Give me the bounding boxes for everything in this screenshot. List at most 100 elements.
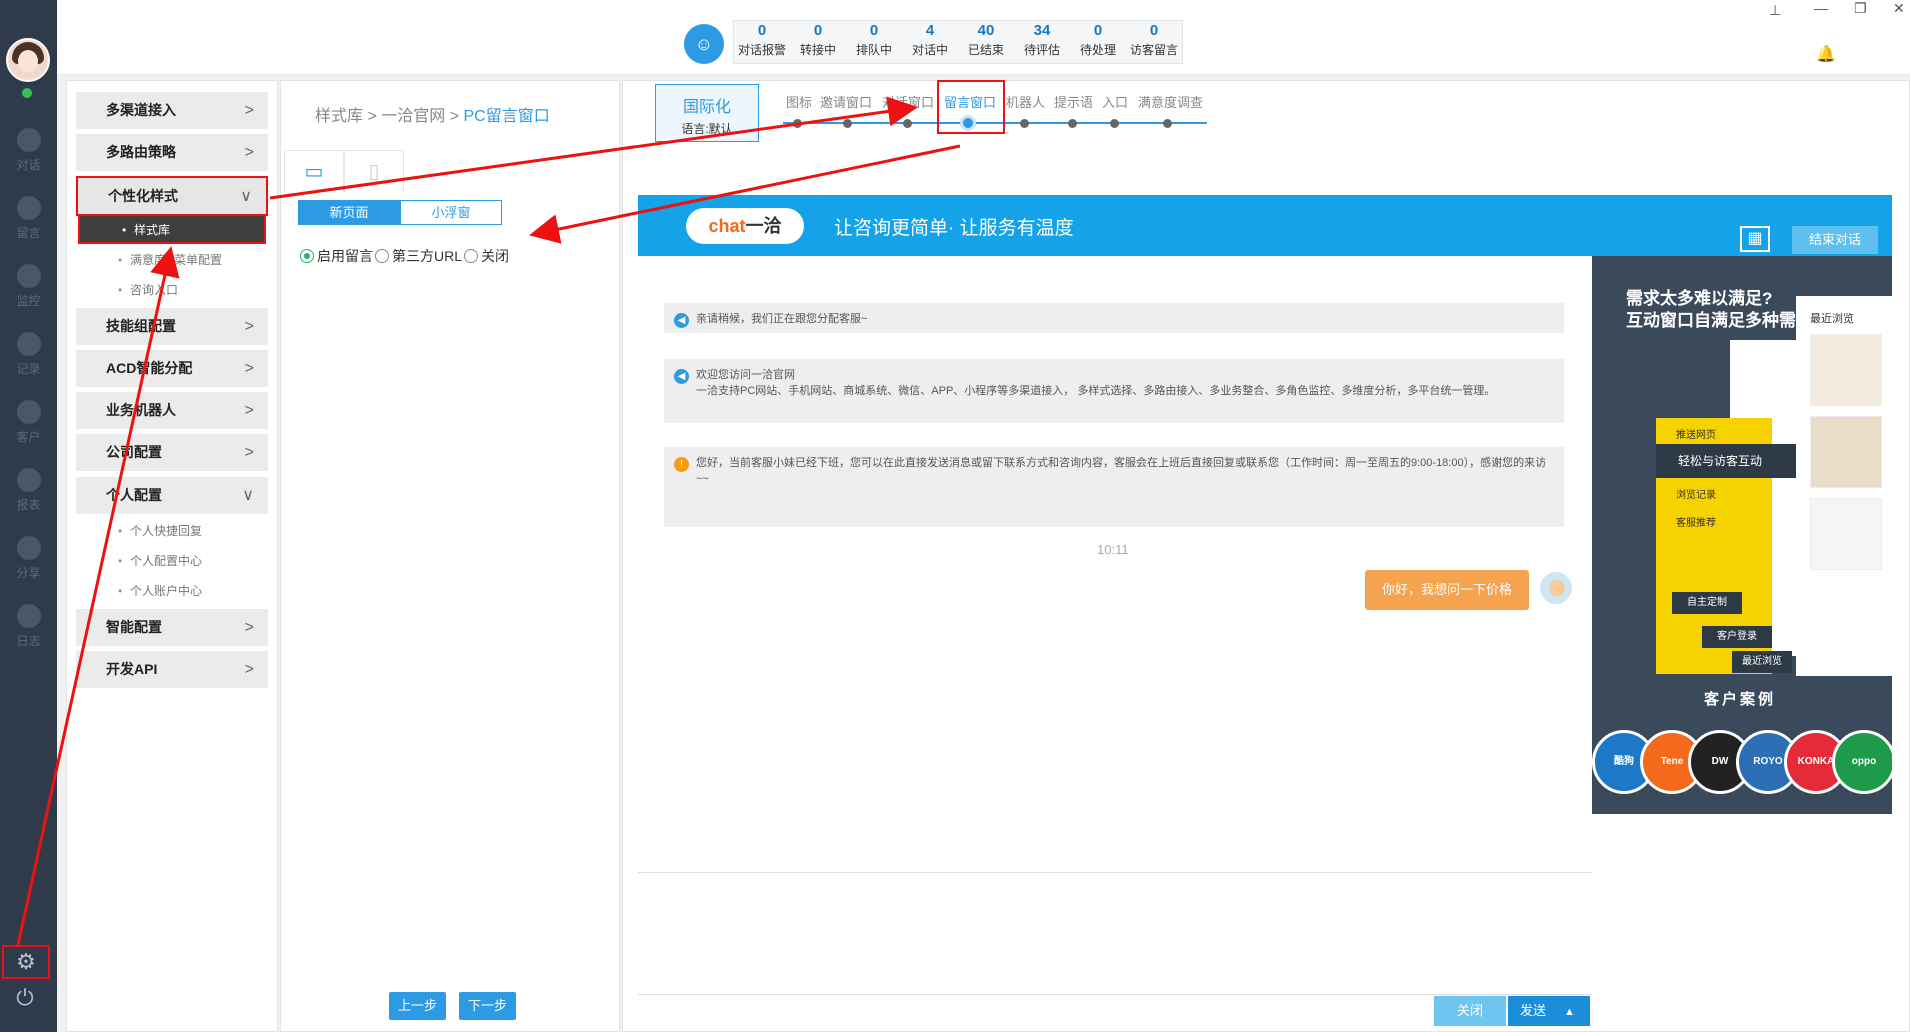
chat-icon <box>16 128 41 152</box>
welcome-message: ◀ 欢迎您访问一洽官网 一洽支持PC网站、手机网站、商城系统、微信、APP、小程序等… <box>664 359 1564 423</box>
rail-item-reports[interactable]: 报表 <box>0 468 57 532</box>
step-chat-window[interactable]: 对话窗口 <box>882 92 934 111</box>
submenu-style-library[interactable]: 样式库 <box>78 216 266 244</box>
share-icon <box>16 536 41 560</box>
menu-personal[interactable]: 个人配置 ∨ <box>76 477 268 514</box>
device-tabs: ▭ ▯ <box>284 150 404 192</box>
product-thumb <box>1810 416 1882 488</box>
message-mode-radios: 启用留言 第三方URL 关闭 <box>300 246 511 266</box>
minimize-icon[interactable]: — <box>1814 0 1828 16</box>
qr-code-icon[interactable]: ▦ <box>1740 226 1770 252</box>
menu-routing[interactable]: 多路由策略 > <box>76 134 268 171</box>
input-divider <box>638 994 1592 995</box>
step-dot <box>793 119 802 128</box>
step-dot <box>1068 119 1077 128</box>
promo-banner[interactable]: 需求太多难以满足? 互动窗口自满足多种需求 推送网页 浏览记录 客服推荐 轻松与… <box>1592 256 1892 814</box>
step-tips[interactable]: 提示语 <box>1054 92 1093 111</box>
bell-icon[interactable]: 🔔 <box>1816 44 1836 64</box>
step-icon[interactable]: 图标 <box>786 92 812 111</box>
app-logo-icon: ☺ <box>684 24 724 64</box>
rail-item-monitor[interactable]: 监控 <box>0 264 57 328</box>
chevron-right-icon: > <box>244 444 254 461</box>
pin-icon[interactable]: ⊥ <box>1769 2 1781 19</box>
rail-item-records[interactable]: 记录 <box>0 332 57 396</box>
breadcrumb-current: PC留言窗口 <box>463 108 550 125</box>
stat-pending[interactable]: 0 待处理 <box>1070 21 1126 63</box>
step-robot[interactable]: 机器人 <box>1006 92 1045 111</box>
menu-api[interactable]: 开发API > <box>76 651 268 688</box>
radio-unchecked-icon <box>464 249 479 263</box>
rail-item-customers[interactable]: 客户 <box>0 400 57 464</box>
send-button[interactable]: 发送 ▲ <box>1508 996 1590 1026</box>
next-step-button[interactable]: 下一步 <box>459 992 516 1020</box>
submenu-personal-center[interactable]: 个人配置中心 <box>76 547 268 575</box>
chevron-right-icon: > <box>244 360 254 377</box>
pie-chart-icon <box>16 468 41 492</box>
product-thumb <box>1810 334 1882 406</box>
mobile-icon[interactable]: ▯ <box>344 150 404 192</box>
id-card-icon <box>16 400 41 424</box>
stat-queue[interactable]: 0 排队中 <box>846 21 902 63</box>
menu-multichannel[interactable]: 多渠道接入 > <box>76 92 268 129</box>
mail-icon <box>16 196 41 220</box>
visitor-message: 你好，我想问一下价格 <box>1365 570 1529 610</box>
menu-personalized-style[interactable]: 个性化样式 ∨ <box>76 176 268 216</box>
stat-to-evaluate[interactable]: 34 待评估 <box>1014 21 1070 63</box>
i18n-button[interactable]: 国际化 语言:默认 <box>655 84 759 142</box>
step-entry[interactable]: 入口 <box>1102 92 1128 111</box>
rail-item-share[interactable]: 分享 <box>0 536 57 600</box>
radio-third-party-url[interactable]: 第三方URL <box>375 246 462 266</box>
breadcrumb-style-library[interactable]: 样式库 <box>315 108 363 125</box>
avatar[interactable] <box>6 38 50 82</box>
menu-company[interactable]: 公司配置 > <box>76 434 268 471</box>
step-dot <box>1020 119 1029 128</box>
close-button[interactable]: 关闭 <box>1434 996 1506 1026</box>
menu-acd[interactable]: ACD智能分配 > <box>76 350 268 387</box>
visitor-avatar <box>1538 570 1574 606</box>
radio-off[interactable]: 关闭 <box>464 246 509 266</box>
menu-skill-group[interactable]: 技能组配置 > <box>76 308 268 345</box>
stat-transfer[interactable]: 0 转接中 <box>790 21 846 63</box>
menu-smart[interactable]: 智能配置 > <box>76 609 268 646</box>
prev-step-button[interactable]: 上一步 <box>389 992 446 1020</box>
settings-gear-icon[interactable]: ⚙ <box>2 945 50 979</box>
clock-icon <box>16 332 41 356</box>
radio-enable-message[interactable]: 启用留言 <box>300 246 373 266</box>
new-page-option[interactable]: 新页面 <box>298 200 400 225</box>
offline-message: ! 您好，当前客服小妹已经下班，您可以在此直接发送消息或留下联系方式和咨询内容，客… <box>664 447 1564 527</box>
power-icon[interactable]: ⏻ <box>12 985 38 1011</box>
menu-robot[interactable]: 业务机器人 > <box>76 392 268 429</box>
end-chat-button[interactable]: 结束对话 <box>1792 226 1878 254</box>
step-invite-window[interactable]: 邀请窗口 <box>820 92 872 111</box>
breadcrumb-site[interactable]: 一洽官网 <box>381 108 445 125</box>
window-type-toggle: 新页面 小浮窗 <box>298 200 502 225</box>
close-window-icon[interactable]: ✕ <box>1893 0 1905 17</box>
input-divider <box>638 872 1592 873</box>
rail-item-message[interactable]: 留言 <box>0 196 57 260</box>
submenu-quick-reply[interactable]: 个人快捷回复 <box>76 517 268 545</box>
stat-ended[interactable]: 40 已结束 <box>958 21 1014 63</box>
chevron-down-icon: ∨ <box>242 487 254 504</box>
system-message: ◀ 亲请稍候，我们正在跟您分配客服~ <box>664 303 1564 333</box>
chevron-right-icon: > <box>244 102 254 119</box>
radio-checked-icon <box>300 249 314 263</box>
rail-item-chat[interactable]: 对话 <box>0 128 57 192</box>
restore-icon[interactable]: ❐ <box>1854 0 1867 17</box>
rail-item-logs[interactable]: 日志 <box>0 604 57 668</box>
chat-header <box>638 195 1892 256</box>
send-options-icon[interactable]: ▲ <box>1564 1006 1575 1018</box>
chat-logo: chat一洽 <box>686 208 804 244</box>
stat-alert[interactable]: 0 对话报警 <box>734 21 790 63</box>
step-satisfaction[interactable]: 满意度调查 <box>1138 92 1203 111</box>
speaker-icon: ◀ <box>674 369 689 384</box>
chevron-right-icon: > <box>244 661 254 678</box>
submenu-account-center[interactable]: 个人账户中心 <box>76 577 268 605</box>
chevron-down-icon: ∨ <box>240 188 252 205</box>
breadcrumb: 样式库 > 一洽官网 > PC留言窗口 <box>315 108 550 125</box>
stat-visitor-messages[interactable]: 0 访客留言 <box>1126 21 1182 63</box>
submenu-consult-entry[interactable]: 咨询入口 <box>76 276 268 304</box>
submenu-satisfaction-menu[interactable]: 满意度&菜单配置 <box>76 246 268 274</box>
stat-active[interactable]: 4 对话中 <box>902 21 958 63</box>
desktop-icon[interactable]: ▭ <box>284 150 344 192</box>
float-window-option[interactable]: 小浮窗 <box>400 200 502 225</box>
